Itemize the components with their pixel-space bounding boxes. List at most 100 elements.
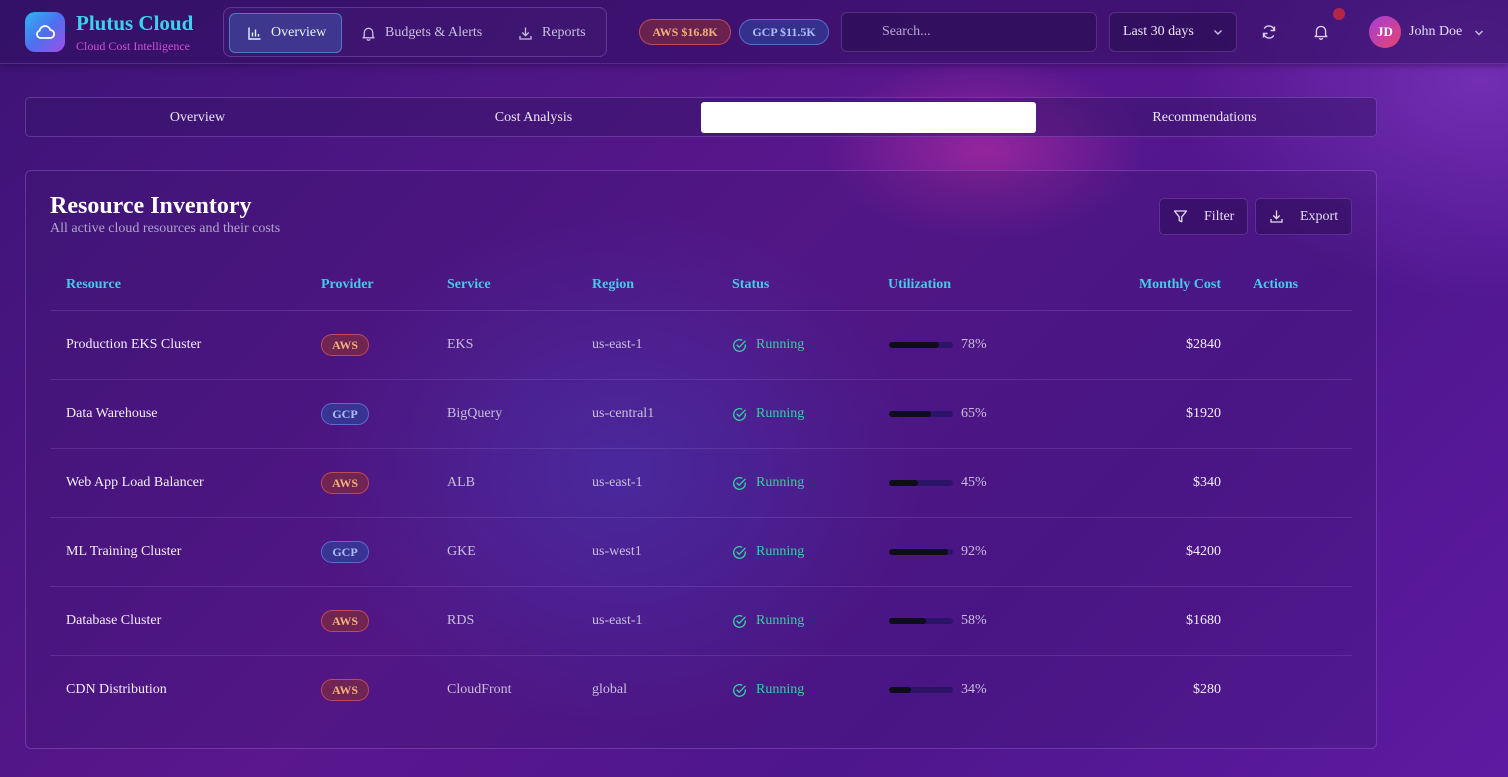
resource-name: Database Cluster <box>66 613 162 628</box>
utilization-bar <box>889 549 953 555</box>
column-header-utilization[interactable]: Utilization <box>888 277 951 293</box>
provider-cell: GCP <box>321 518 369 586</box>
brand-name: Plutus Cloud <box>76 11 194 35</box>
status-label: Running <box>756 475 805 490</box>
date-range-value: Last 30 days <box>1123 24 1194 39</box>
main-nav: Overview Budgets & Alerts Reports <box>223 7 607 57</box>
nav-item-label: Budgets & Alerts <box>385 25 483 40</box>
provider-cell: GCP <box>321 380 369 448</box>
column-header-status[interactable]: Status <box>732 277 769 293</box>
provider-badge: AWS <box>321 472 369 494</box>
status-label: Running <box>756 406 805 421</box>
table-row[interactable]: Web App Load Balancer AWS ALB us-east-1 Runn… <box>50 448 1352 517</box>
filter-icon <box>1173 210 1188 223</box>
column-header-region[interactable]: Region <box>592 277 634 293</box>
region-name: global <box>592 682 627 697</box>
avatar[interactable]: JD <box>1369 16 1401 48</box>
service-name: ALB <box>447 475 475 490</box>
service-name: BigQuery <box>447 406 503 421</box>
gcp-spend-badge[interactable]: GCP $11.5K <box>739 19 829 45</box>
table-row[interactable]: ML Training Cluster GCP GKE us-west1 Running… <box>50 517 1352 586</box>
tab-overview[interactable]: Overview <box>30 102 365 133</box>
utilization-value: 58% <box>961 613 987 628</box>
logo[interactable] <box>25 12 65 52</box>
top-bar: Plutus Cloud Cloud Cost Intelligence Ove… <box>0 0 1508 64</box>
utilization-bar <box>889 342 953 348</box>
region-name: us-east-1 <box>592 613 643 628</box>
bell-icon <box>362 27 375 41</box>
refresh-icon <box>1262 25 1276 39</box>
cloud-icon <box>36 25 55 39</box>
region-name: us-central1 <box>592 406 655 421</box>
download-icon <box>519 27 532 40</box>
status-cell: Running <box>732 656 804 724</box>
monthly-cost: $1680 <box>1186 613 1221 628</box>
notification-dot <box>1333 8 1345 20</box>
refresh-button[interactable] <box>1253 16 1285 48</box>
check-circle-icon <box>733 545 746 559</box>
region-name: us-east-1 <box>592 337 643 352</box>
status-label: Running <box>756 682 805 697</box>
filter-button[interactable]: Filter <box>1159 198 1248 235</box>
notifications-button[interactable] <box>1305 16 1337 48</box>
utilization-bar <box>889 687 953 693</box>
utilization-bar-fill <box>889 342 939 348</box>
search-input[interactable] <box>841 12 1097 52</box>
column-header-provider[interactable]: Provider <box>321 277 374 293</box>
resource-inventory-card: Resource Inventory All active cloud reso… <box>25 170 1377 749</box>
status-cell: Running <box>732 380 804 448</box>
provider-badge: AWS <box>321 334 369 356</box>
resource-name: ML Training Cluster <box>66 544 182 559</box>
column-header-resource[interactable]: Resource <box>66 277 121 293</box>
status-label: Running <box>756 337 805 352</box>
nav-item-label: Reports <box>542 25 586 40</box>
export-button-label: Export <box>1300 208 1339 224</box>
column-header-service[interactable]: Service <box>447 277 491 293</box>
utilization-bar <box>889 480 953 486</box>
monthly-cost: $280 <box>1193 682 1221 697</box>
utilization-value: 45% <box>961 475 987 490</box>
resource-name: Web App Load Balancer <box>66 475 204 490</box>
region-name: us-west1 <box>592 544 642 559</box>
export-button[interactable]: Export <box>1255 198 1352 235</box>
provider-badge: AWS <box>321 679 369 701</box>
status-label: Running <box>756 544 805 559</box>
service-name: GKE <box>447 544 476 559</box>
check-circle-icon <box>733 683 746 697</box>
status-cell: Running <box>732 587 804 655</box>
chevron-down-icon <box>1214 30 1222 35</box>
table-row[interactable]: CDN Distribution AWS CloudFront global Runni… <box>50 655 1352 724</box>
nav-item-overview[interactable]: Overview <box>229 13 342 53</box>
table-row[interactable]: Data Warehouse GCP BigQuery us-central1 Runn… <box>50 379 1352 448</box>
utilization-cell: 58% <box>889 587 987 655</box>
tab-recommendations[interactable]: Recommendations <box>1037 102 1372 133</box>
provider-cell: AWS <box>321 311 369 379</box>
chevron-down-icon[interactable] <box>1473 27 1485 39</box>
date-range-select[interactable]: Last 30 days <box>1109 12 1237 52</box>
utilization-value: 92% <box>961 544 987 559</box>
table-row[interactable]: Database Cluster AWS RDS us-east-1 Running 58… <box>50 586 1352 655</box>
utilization-cell: 45% <box>889 449 987 517</box>
utilization-bar-fill <box>889 687 911 693</box>
tab-cost-analysis[interactable]: Cost Analysis <box>366 102 701 133</box>
brand-tagline: Cloud Cost Intelligence <box>76 39 190 53</box>
section-tabs: Overview Cost Analysis Recommendations <box>25 97 1377 137</box>
nav-item-reports[interactable]: Reports <box>518 13 586 53</box>
bar-chart-icon <box>248 27 261 40</box>
utilization-bar <box>889 411 953 417</box>
status-cell: Running <box>732 449 804 517</box>
utilization-bar-fill <box>889 411 931 417</box>
aws-spend-badge[interactable]: AWS $16.8K <box>639 19 731 45</box>
nav-item-budgets-alerts[interactable]: Budgets & Alerts <box>361 13 482 53</box>
table-row[interactable]: Production EKS Cluster AWS EKS us-east-1 Run… <box>50 310 1352 379</box>
tab-active[interactable] <box>701 102 1036 133</box>
column-header-monthly-cost[interactable]: Monthly Cost <box>1139 277 1221 293</box>
user-name[interactable]: John Doe <box>1409 24 1462 40</box>
utilization-bar <box>889 618 953 624</box>
status-cell: Running <box>732 518 804 586</box>
status-cell: Running <box>732 311 804 379</box>
card-subtitle: All active cloud resources and their cos… <box>50 221 281 236</box>
resource-name: Production EKS Cluster <box>66 337 202 352</box>
check-circle-icon <box>733 614 746 628</box>
resource-name: CDN Distribution <box>66 682 167 697</box>
